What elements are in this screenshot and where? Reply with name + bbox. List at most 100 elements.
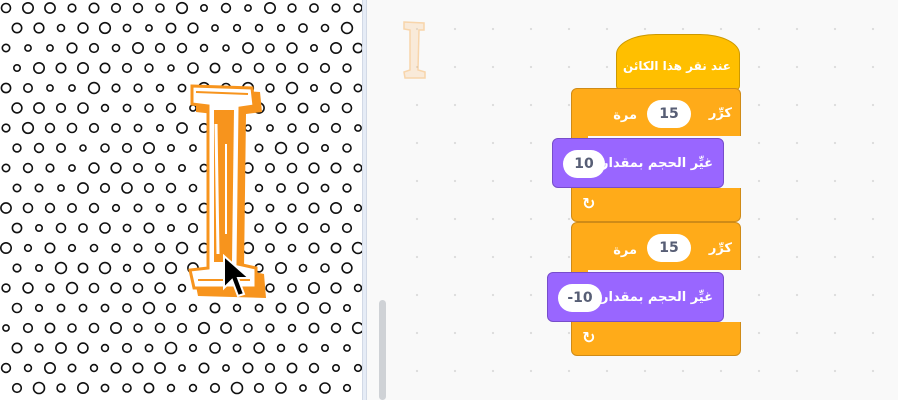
backdrop-circle (55, 62, 67, 74)
backdrop-circle (297, 142, 309, 154)
backdrop-circle (176, 42, 188, 54)
backdrop-circle (308, 162, 320, 174)
backdrop-circle (296, 301, 309, 314)
backdrop-circle (67, 203, 78, 214)
backdrop-circle (11, 342, 23, 354)
backdrop-circle (11, 102, 23, 114)
when-sprite-clicked-hat-block[interactable]: عند نقر هذا الكائن (616, 34, 740, 90)
backdrop-circle (22, 322, 34, 334)
change-size-1-value-input[interactable]: 10 (563, 150, 605, 178)
backdrop-circle (100, 303, 110, 313)
backdrop-circle (319, 302, 331, 314)
backdrop-circle (88, 202, 100, 214)
backdrop-circle (77, 182, 89, 194)
backdrop-circle (320, 343, 329, 352)
workspace-scrollbar[interactable] (379, 300, 386, 400)
backdrop-circle (222, 44, 230, 52)
backdrop-circle (154, 282, 166, 294)
backdrop-circle (232, 303, 242, 313)
backdrop-circle (144, 63, 154, 73)
backdrop-circle (232, 23, 242, 33)
backdrop-circle (230, 381, 244, 395)
backdrop-circle (44, 322, 56, 334)
change-size-block-1[interactable]: غيِّر الحجم بمقدار 10 (552, 138, 724, 188)
backdrop-circle (209, 62, 221, 74)
backdrop-circle (12, 263, 22, 273)
backdrop-circle (56, 303, 66, 313)
backdrop-circle (253, 62, 265, 74)
backdrop-circle (132, 362, 144, 374)
backdrop-circle (0, 82, 12, 94)
backdrop-circle (22, 83, 33, 94)
backdrop-circle (111, 43, 121, 53)
backdrop-circle (329, 202, 342, 215)
backdrop-circle (100, 383, 110, 393)
backdrop-circle (55, 143, 66, 154)
backdrop-circle (155, 83, 165, 93)
backdrop-circle (299, 384, 307, 392)
backdrop-circle (351, 321, 362, 335)
backdrop-circles (0, 1, 362, 395)
backdrop-circle (122, 303, 132, 313)
backdrop-circle (298, 343, 308, 353)
backdrop-circle (143, 142, 156, 155)
change-size-2-value-input[interactable]: -10 (558, 284, 602, 312)
hat-block-label: عند نقر هذا الكائن (623, 59, 731, 73)
change-size-2-label: غيِّر الحجم بمقدار (601, 290, 713, 305)
backdrop-circle (34, 224, 43, 233)
backdrop-circle (265, 323, 275, 333)
backdrop-circle (178, 164, 187, 173)
backdrop-circle (164, 341, 178, 355)
repeat-1-count-input[interactable]: 15 (647, 100, 691, 128)
backdrop-circle (0, 202, 12, 214)
change-size-block-2[interactable]: غيِّر الحجم بمقدار -10 (547, 272, 724, 322)
backdrop-circle (178, 364, 186, 372)
backdrop-circle (307, 281, 320, 294)
backdrop-circle (175, 1, 189, 15)
backdrop-circle (274, 261, 287, 274)
backdrop-circle (274, 141, 288, 155)
backdrop-circle (88, 282, 100, 294)
backdrop-circle (11, 382, 23, 394)
sprite-thumbnail-icon (403, 21, 426, 79)
code-workspace[interactable]: عند نقر هذا الكائن كرِّر 15 مرة غيِّر ال… (384, 0, 898, 400)
backdrop-circle (209, 302, 221, 314)
backdrop-circle (286, 162, 298, 174)
backdrop-circle (88, 322, 100, 334)
backdrop-circle (353, 363, 362, 373)
repeat-1-times-label: مرة (613, 108, 637, 123)
backdrop-circle (275, 102, 287, 114)
backdrop-circle (287, 323, 297, 333)
backdrop-circle (341, 102, 353, 114)
backdrop-circle (33, 142, 45, 154)
backdrop-circle (166, 383, 176, 393)
backdrop-circle (24, 44, 32, 52)
backdrop-circle (287, 283, 297, 293)
backdrop-circle (353, 3, 362, 13)
backdrop-circle (67, 363, 77, 373)
backdrop-circle (320, 223, 330, 233)
backdrop-circle (165, 182, 177, 194)
backdrop-circle (89, 363, 99, 373)
backdrop-circle (330, 282, 342, 294)
backdrop-circle (244, 4, 252, 12)
backdrop-circle (342, 143, 352, 153)
backdrop-circle (77, 262, 89, 274)
repeat-2-times-label: مرة (613, 243, 637, 258)
backdrop-circle (309, 3, 319, 13)
stage-divider[interactable] (362, 0, 367, 400)
backdrop-circle (32, 61, 45, 74)
backdrop-circle (232, 63, 242, 73)
backdrop-circle (286, 42, 298, 54)
repeat-2-count-input[interactable]: 15 (647, 234, 691, 262)
backdrop-circle (78, 303, 88, 313)
stage[interactable] (0, 0, 362, 400)
backdrop-circle (133, 243, 143, 253)
backdrop-circle (285, 81, 299, 95)
backdrop-circle (353, 283, 362, 293)
backdrop-circle (155, 163, 166, 174)
backdrop-circle (88, 162, 100, 174)
backdrop-circle (167, 144, 176, 153)
backdrop-circle (55, 342, 67, 354)
backdrop-circle (57, 184, 65, 192)
